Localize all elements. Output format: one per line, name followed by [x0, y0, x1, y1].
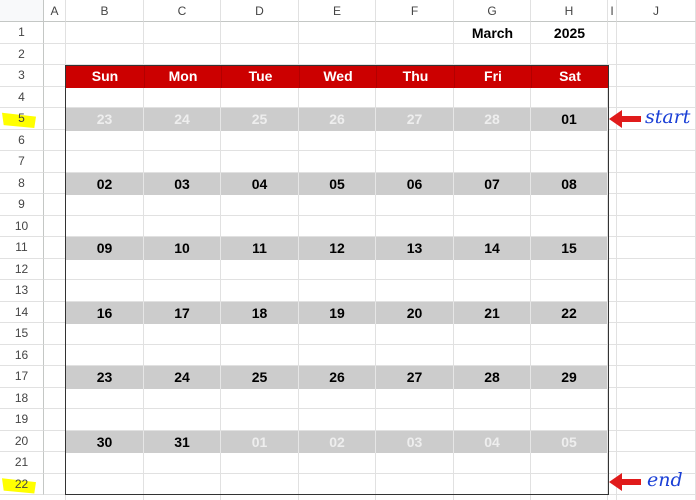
column-header-j[interactable]: J — [617, 0, 696, 22]
row-header-4[interactable]: 4 — [0, 86, 44, 108]
calendar-border — [65, 65, 609, 495]
end-label: end — [647, 468, 683, 491]
column-header-f[interactable]: F — [376, 0, 454, 22]
column-header-d[interactable]: D — [221, 0, 299, 22]
end-arrow-icon — [609, 472, 641, 491]
column-header-c[interactable]: C — [144, 0, 221, 22]
column-header-a[interactable]: A — [44, 0, 66, 22]
row-header-20[interactable]: 20 — [0, 430, 44, 452]
row-header-10[interactable]: 10 — [0, 215, 44, 237]
gridline-vertical — [616, 22, 617, 500]
column-header-g[interactable]: G — [454, 0, 531, 22]
row-header-9[interactable]: 9 — [0, 194, 44, 216]
row-header-5[interactable]: 5 — [0, 108, 44, 130]
column-header-h[interactable]: H — [531, 0, 608, 22]
row-header-12[interactable]: 12 — [0, 258, 44, 280]
start-arrow-icon — [609, 110, 641, 128]
row-header-19[interactable]: 19 — [0, 409, 44, 431]
row-header-17[interactable]: 17 — [0, 366, 44, 388]
row-header-21[interactable]: 21 — [0, 452, 44, 474]
month-cell[interactable]: March — [454, 22, 531, 44]
select-all-corner[interactable] — [0, 0, 44, 22]
row-header-18[interactable]: 18 — [0, 387, 44, 409]
row-header-8[interactable]: 8 — [0, 172, 44, 194]
column-header-i[interactable]: I — [608, 0, 617, 22]
start-label: start — [645, 106, 691, 128]
row-header-3[interactable]: 3 — [0, 65, 44, 87]
row-header-2[interactable]: 2 — [0, 43, 44, 65]
row-header-16[interactable]: 16 — [0, 344, 44, 366]
column-header-e[interactable]: E — [299, 0, 376, 22]
row-header-7[interactable]: 7 — [0, 151, 44, 173]
column-header-b[interactable]: B — [66, 0, 144, 22]
row-header-15[interactable]: 15 — [0, 323, 44, 345]
row-header-6[interactable]: 6 — [0, 129, 44, 151]
row-header-1[interactable]: 1 — [0, 22, 44, 44]
row-header-22[interactable]: 22 — [0, 473, 44, 495]
row-header-13[interactable]: 13 — [0, 280, 44, 302]
year-cell[interactable]: 2025 — [531, 22, 608, 44]
row-header-11[interactable]: 11 — [0, 237, 44, 259]
row-header-14[interactable]: 14 — [0, 301, 44, 323]
